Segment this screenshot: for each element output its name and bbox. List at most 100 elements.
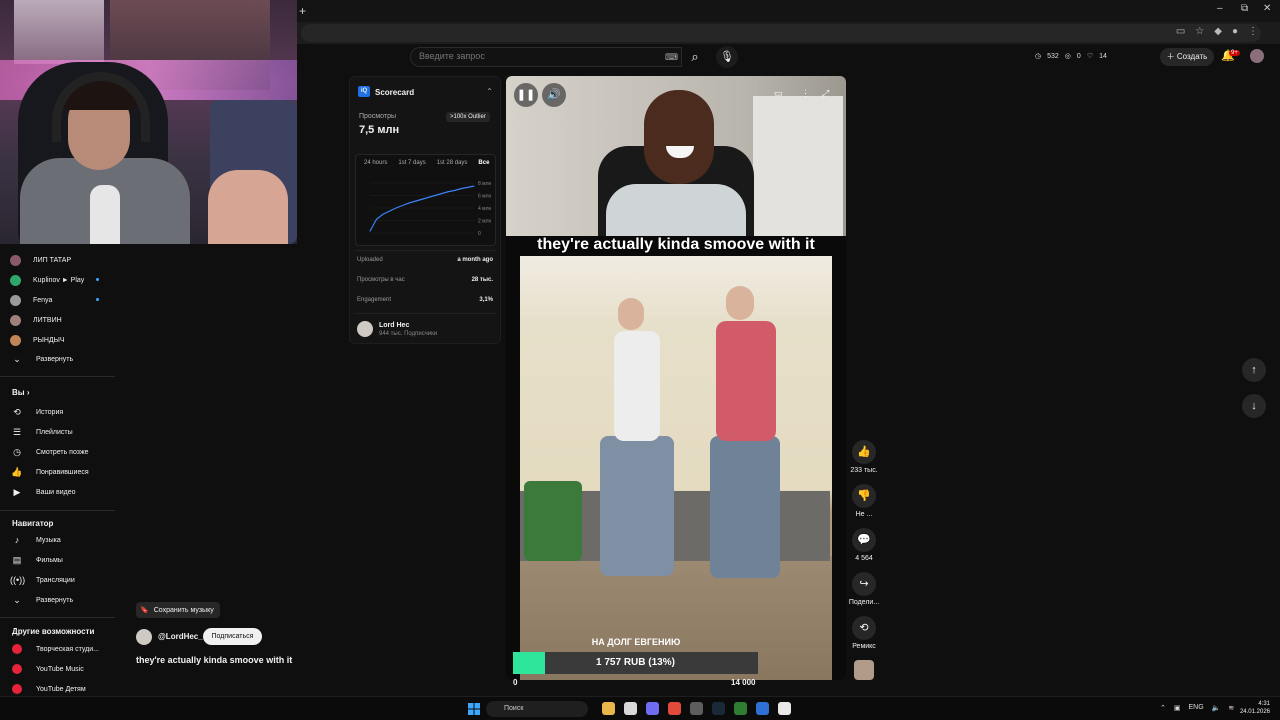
subscription-item[interactable]: Kuplinov ► Play (10, 272, 84, 288)
share-icon: ↪ (852, 572, 876, 596)
maximize-button[interactable]: ⧉ (1241, 3, 1248, 14)
sidebar-item-history[interactable]: ⟲ История (10, 404, 63, 420)
subscription-item[interactable]: ЛИТВИН (10, 312, 62, 328)
views-data-point (376, 218, 377, 220)
extension-icon[interactable]: ◆ (1214, 26, 1222, 37)
language-indicator[interactable]: ENG (1189, 704, 1204, 712)
channel-handle[interactable]: @LordHec_ (158, 632, 203, 641)
like-button[interactable]: 👍 233 тыс. (844, 440, 884, 474)
scorecard-channel-subs: 944 тыс. Подписчики (379, 331, 438, 337)
you-header[interactable]: Вы › (12, 388, 30, 397)
file-explorer-icon[interactable] (602, 702, 615, 715)
discord-icon[interactable] (646, 702, 659, 715)
video-person-shirt (606, 184, 746, 236)
youtube-logo-icon (12, 664, 22, 674)
volume-button[interactable]: 🔊 (542, 83, 566, 107)
create-button[interactable]: ＋ Создать (1160, 48, 1214, 66)
channel-avatar[interactable] (357, 321, 373, 337)
sidebar-item-studio[interactable]: Творческая студи... (10, 641, 99, 657)
volume-tray-icon[interactable]: 🔈 (1212, 704, 1221, 712)
pause-button[interactable]: ❚❚ (514, 83, 538, 107)
create-label: Создать (1176, 52, 1208, 61)
sidebar-item-live[interactable]: ((•)) Трансляции (10, 572, 75, 588)
subscription-label: Fenya (33, 296, 53, 304)
cast-icon[interactable]: ▭ (1176, 26, 1185, 37)
youtube-logo-icon (12, 684, 22, 694)
remix-icon: ⟲ (852, 616, 876, 640)
search-button[interactable]: ⌕ (682, 47, 708, 67)
sidebar-item-label: YouTube Детям (36, 685, 86, 693)
address-bar[interactable] (301, 24, 1261, 42)
share-button[interactable]: ↪ Подели... (844, 572, 884, 606)
sidebar-item-expand[interactable]: ⌄ Развернуть (10, 592, 73, 608)
webcam-window (14, 0, 104, 64)
app-icon[interactable] (690, 702, 703, 715)
notepad-icon[interactable] (778, 702, 791, 715)
subscriptions-expand[interactable]: ⌄ Развернуть (10, 351, 73, 367)
next-short-button[interactable]: ↓ (1242, 394, 1266, 418)
new-tab-button[interactable]: + (299, 4, 306, 18)
scorecard-channel-name[interactable]: Lord Hec (379, 322, 409, 329)
steam-icon[interactable] (712, 702, 725, 715)
minimize-button[interactable]: – (1217, 3, 1223, 14)
system-tray: ⌃ ▣ ENG 🔈 ≋ (1160, 704, 1234, 712)
taskbar-search[interactable]: Поиск (486, 701, 588, 717)
subscription-label: Kuplinov ► Play (33, 276, 85, 284)
sidebar-item-playlists[interactable]: ☰ Плейлисты (10, 424, 73, 440)
subscription-item[interactable]: Fenya (10, 292, 52, 308)
menu-dots-icon[interactable]: ⋮ (1248, 26, 1258, 37)
captions-icon[interactable]: ▭ (774, 88, 783, 99)
comments-button[interactable]: 💬 4 564 (844, 528, 884, 562)
tray-app-icon[interactable]: ▣ (1174, 704, 1181, 712)
sidebar-item-label: Развернуть (36, 596, 74, 604)
tray-chevron-icon[interactable]: ⌃ (1160, 704, 1166, 712)
bookmark-star-icon[interactable]: ☆ (1195, 26, 1204, 37)
fullscreen-icon[interactable]: ⤢ (822, 88, 829, 99)
sidebar-item-liked[interactable]: 👍 Понравившиеся (10, 464, 88, 480)
remix-button[interactable]: ⟲ Ремикс (844, 616, 884, 650)
views-data-point (434, 195, 436, 196)
webcam-overlay (0, 0, 297, 244)
video-caption: they're actually kinda smoove with it (537, 236, 815, 253)
chart-y-tick: 2 млн (478, 219, 492, 225)
search-input[interactable] (419, 51, 649, 61)
subscription-item[interactable]: ЛИП ТАТАР (10, 252, 71, 268)
save-music-button[interactable]: 🔖 Сохранить музыку (136, 602, 220, 618)
taskbar-clock[interactable]: 4:31 24.01.2026 (1240, 700, 1270, 716)
account-avatar[interactable] (1250, 49, 1264, 63)
sidebar-item-label: Трансляции (36, 576, 75, 584)
previous-short-button[interactable]: ↑ (1242, 358, 1266, 382)
sidebar-item-label: Творческая студи... (36, 645, 100, 653)
sidebar-item-youtube-kids[interactable]: YouTube Детям (10, 681, 86, 697)
chart-y-tick: 8 млн (478, 181, 492, 187)
windows-start-icon[interactable] (468, 703, 480, 715)
sidebar-item-music[interactable]: ♪ Музыка (10, 532, 61, 548)
close-window-button[interactable]: ✕ (1263, 3, 1271, 14)
views-data-point (369, 230, 371, 232)
scorecard-divider (355, 313, 496, 314)
wifi-icon[interactable]: ≋ (1228, 704, 1234, 712)
subscribe-button[interactable]: Подписаться (203, 628, 262, 645)
sidebar-item-watch-later[interactable]: ◷ Смотреть позже (10, 444, 89, 460)
stat-c: 14 (1099, 52, 1107, 60)
keyboard-icon[interactable]: ⌨ (665, 52, 678, 63)
app-icon[interactable] (756, 702, 769, 715)
shorts-video-player[interactable]: they're actually kinda smoove with it ❚❚… (506, 76, 846, 680)
channel-avatar[interactable] (136, 629, 152, 645)
sidebar-item-your-videos[interactable]: ▶ Ваши видео (10, 484, 76, 500)
video-dance-scene (520, 256, 832, 680)
app-icon[interactable] (734, 702, 747, 715)
sound-avatar[interactable] (854, 660, 874, 680)
collapse-chevron-icon[interactable]: ⌃ (486, 87, 493, 96)
more-options-icon[interactable]: ⋮ (801, 88, 810, 99)
subscription-item[interactable]: РЫНДЫЧ (10, 332, 65, 348)
dislike-button[interactable]: 👎 Не ... (844, 484, 884, 518)
app-icon[interactable] (624, 702, 637, 715)
sidebar-item-movies[interactable]: ▤ Фильмы (10, 552, 63, 568)
sidebar-item-youtube-music[interactable]: YouTube Music (10, 661, 84, 677)
video-doorway (753, 96, 843, 236)
profile-icon[interactable]: ● (1232, 26, 1238, 37)
channel-avatar (10, 314, 21, 326)
voice-search-button[interactable]: 🎙 (716, 46, 738, 68)
chrome-icon[interactable] (668, 702, 681, 715)
